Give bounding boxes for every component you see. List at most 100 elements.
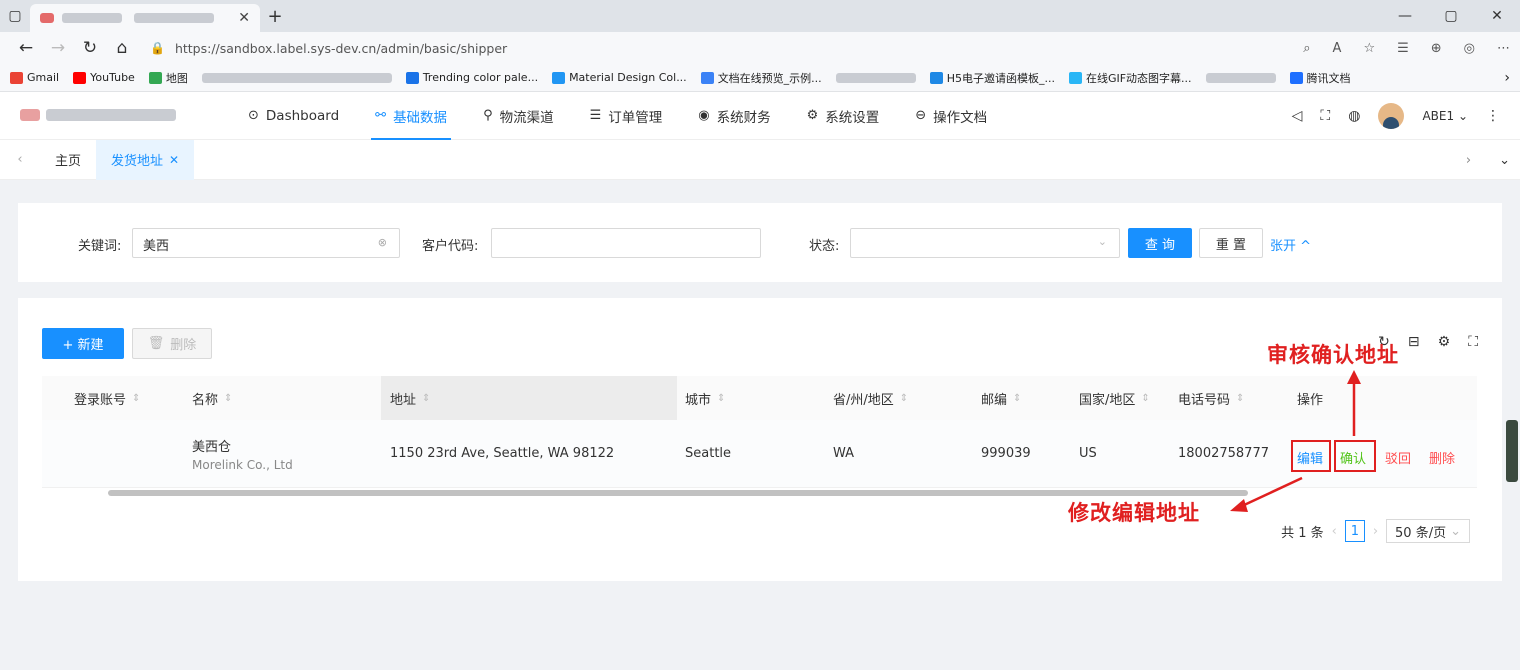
- delete-link[interactable]: 删除: [1429, 448, 1455, 467]
- new-button[interactable]: + 新建: [42, 328, 124, 359]
- list-icon: ☰: [589, 108, 602, 123]
- cell-zip: 999039: [981, 446, 1031, 461]
- expand-link[interactable]: 张开 ^: [1270, 235, 1311, 254]
- more-icon[interactable]: ⋯: [1497, 41, 1510, 56]
- tencent-docs-icon: [1289, 71, 1303, 84]
- bookmark-tencent[interactable]: 腾讯文档: [1289, 70, 1351, 86]
- favorites-list-icon[interactable]: ☰: [1397, 41, 1409, 56]
- close-icon[interactable]: ✕: [169, 153, 179, 167]
- avatar[interactable]: [1378, 102, 1405, 129]
- keyword-input[interactable]: 美西 ⊗: [132, 228, 400, 258]
- page-size-value: 50 条/页: [1395, 525, 1447, 541]
- density-icon[interactable]: ⊟: [1408, 334, 1420, 350]
- delete-button[interactable]: 🗑 删除: [132, 328, 212, 359]
- bookmark-gmail[interactable]: Gmail: [10, 71, 59, 84]
- cell-city: Seattle: [685, 446, 732, 461]
- home-icon[interactable]: ⌂: [106, 38, 138, 58]
- sort-icon[interactable]: ⇕: [224, 393, 232, 404]
- status-select[interactable]: ⌄: [850, 228, 1120, 258]
- notification-icon[interactable]: ◁: [1292, 108, 1303, 124]
- clear-icon[interactable]: ⊗: [378, 236, 387, 249]
- user-name[interactable]: ABE1 ⌄: [1422, 109, 1468, 123]
- cell-name: 美西仓: [192, 440, 232, 455]
- col-country[interactable]: 国家/地区 ⇕: [1079, 376, 1150, 420]
- horizontal-scrollbar[interactable]: [108, 490, 1248, 496]
- bookmark-blurred[interactable]: [201, 72, 392, 83]
- chevron-right-icon[interactable]: ›: [1504, 70, 1510, 86]
- fullscreen-icon[interactable]: ⛶: [1468, 334, 1478, 350]
- more-vertical-icon[interactable]: ⋮: [1486, 108, 1500, 124]
- globe-icon[interactable]: ◍: [1348, 108, 1360, 124]
- bookmark-youtube[interactable]: YouTube: [73, 71, 135, 84]
- close-tab-icon[interactable]: ✕: [238, 10, 250, 26]
- menu-dashboard[interactable]: ⊙ Dashboard: [230, 92, 357, 140]
- tab-home[interactable]: 主页: [40, 140, 96, 180]
- restore-icon[interactable]: ▢: [1428, 8, 1474, 24]
- forward-icon[interactable]: →: [42, 38, 74, 58]
- browser-tab[interactable]: ✕: [30, 4, 260, 32]
- url-field[interactable]: 🔒 https://sandbox.label.sys-dev.cn/admin…: [150, 41, 507, 56]
- col-city[interactable]: 城市 ⇕: [685, 376, 725, 420]
- bookmark-h5[interactable]: H5电子邀请函模板_...: [929, 70, 1055, 86]
- tab-actions-icon[interactable]: ▢: [0, 8, 30, 24]
- bookmark-material[interactable]: Material Design Col...: [552, 71, 687, 84]
- col-account[interactable]: 登录账号 ⇕: [74, 376, 140, 420]
- col-address[interactable]: 地址 ⇕: [390, 376, 430, 420]
- profile-icon[interactable]: ◎: [1464, 41, 1475, 56]
- menu-basic-data[interactable]: ⚯ 基础数据: [357, 92, 465, 140]
- menu-docs[interactable]: ⊖ 操作文档: [897, 92, 1005, 140]
- keyword-label: 关键词:: [78, 239, 122, 254]
- sort-icon[interactable]: ⇕: [1141, 393, 1149, 404]
- bookmark-blurred-2[interactable]: [835, 72, 916, 83]
- col-zip[interactable]: 邮编 ⇕: [981, 376, 1021, 420]
- new-tab-icon[interactable]: +: [260, 6, 290, 27]
- sort-icon[interactable]: ⇕: [900, 393, 908, 404]
- tab-shipper-address[interactable]: 发货地址 ✕: [96, 139, 195, 180]
- read-aloud-icon[interactable]: A: [1333, 41, 1342, 56]
- sort-icon[interactable]: ⇕: [1236, 393, 1244, 404]
- bookmark-label: Material Design Col...: [569, 71, 687, 84]
- page-scroll-thumb[interactable]: [1506, 420, 1518, 482]
- logo[interactable]: [20, 108, 190, 123]
- fullscreen-icon[interactable]: ⛶: [1320, 108, 1330, 124]
- page-size-select[interactable]: 50 条/页 ⌄: [1386, 519, 1470, 543]
- favorite-icon[interactable]: ☆: [1363, 41, 1375, 56]
- col-phone[interactable]: 电话号码 ⇕: [1178, 376, 1244, 420]
- menu-logistics[interactable]: ⚲ 物流渠道: [465, 92, 572, 140]
- next-page-icon[interactable]: ›: [1373, 524, 1378, 539]
- sort-icon[interactable]: ⇕: [717, 393, 725, 404]
- gear-icon[interactable]: ⚙: [1438, 334, 1451, 350]
- bookmark-label: YouTube: [90, 71, 135, 84]
- reset-button[interactable]: 重 置: [1199, 228, 1263, 258]
- minimize-icon[interactable]: —: [1382, 8, 1428, 24]
- menu-finance[interactable]: ◉ 系统财务: [680, 92, 788, 140]
- bookmark-blurred-3[interactable]: [1205, 72, 1276, 83]
- reload-icon[interactable]: ↻: [74, 38, 106, 58]
- reject-link[interactable]: 驳回: [1385, 448, 1411, 467]
- customer-code-input[interactable]: [491, 228, 761, 258]
- col-name[interactable]: 名称 ⇕: [192, 376, 232, 420]
- menu-settings[interactable]: ⚙ 系统设置: [789, 92, 898, 140]
- query-button[interactable]: 查 询: [1128, 228, 1192, 258]
- sort-icon[interactable]: ⇕: [422, 393, 430, 404]
- bookmark-gif[interactable]: 在线GIF动态图字幕...: [1068, 70, 1192, 86]
- chevron-left-icon[interactable]: ‹: [0, 152, 40, 167]
- close-window-icon[interactable]: ✕: [1474, 8, 1520, 24]
- bookmark-trending[interactable]: Trending color pale...: [405, 71, 538, 84]
- prev-page-icon[interactable]: ‹: [1332, 524, 1337, 539]
- bookmark-maps[interactable]: 地图: [148, 70, 188, 86]
- chevron-down-icon[interactable]: ⌄: [1499, 153, 1510, 168]
- collections-icon[interactable]: ⊕: [1431, 41, 1442, 56]
- menu-orders[interactable]: ☰ 订单管理: [572, 92, 681, 140]
- col-state[interactable]: 省/州/地区 ⇕: [833, 376, 908, 420]
- bookmark-docs[interactable]: 文档在线预览_示例...: [700, 70, 822, 86]
- page-current[interactable]: 1: [1344, 520, 1365, 542]
- app-header: ⊙ Dashboard ⚯ 基础数据 ⚲ 物流渠道 ☰ 订单管理 ◉ 系统财务 ⚙ 系统设置…: [0, 92, 1520, 140]
- search-icon[interactable]: ⌕: [1303, 41, 1310, 56]
- cell-name-sub: Morelink Co., Ltd: [192, 458, 293, 472]
- back-icon[interactable]: ←: [10, 38, 42, 58]
- sort-icon[interactable]: ⇕: [132, 393, 140, 404]
- sort-icon[interactable]: ⇕: [1013, 393, 1021, 404]
- chevron-right-icon[interactable]: ›: [1466, 153, 1471, 168]
- chevron-down-icon: ⌄: [1450, 523, 1461, 539]
